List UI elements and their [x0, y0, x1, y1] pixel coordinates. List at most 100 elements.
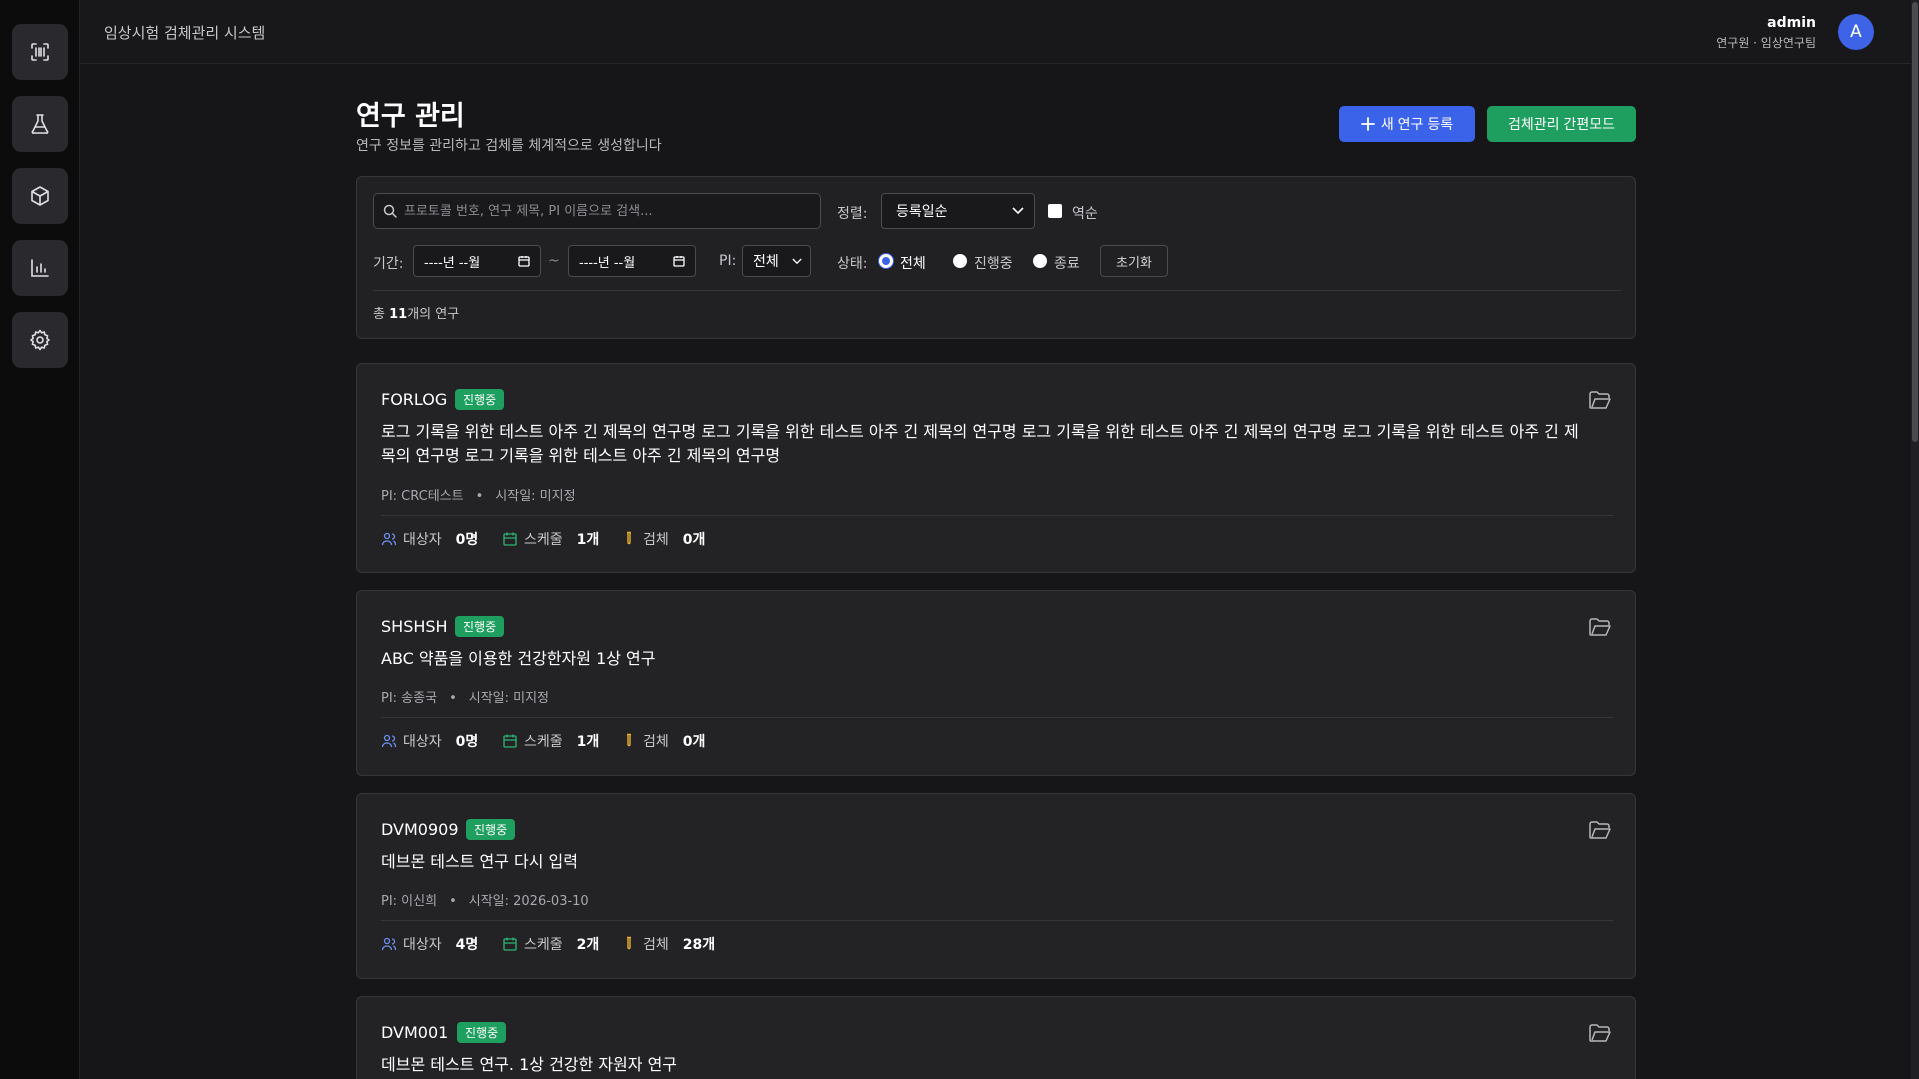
total-count: 총 11개의 연구 — [373, 307, 460, 322]
study-start: 시작일: 2026-03-10 — [468, 894, 589, 909]
status-done-label: 종료 — [1054, 256, 1080, 272]
avatar[interactable]: A — [1838, 14, 1874, 50]
status-all-radio[interactable] — [879, 254, 893, 268]
search-box[interactable] — [373, 193, 821, 229]
reverse-label: 역순 — [1072, 206, 1098, 222]
study-start: 시작일: 미지정 — [468, 691, 550, 706]
test-tube-icon — [627, 936, 631, 950]
status-badge: 진행중 — [455, 389, 505, 410]
user-name: admin — [1767, 15, 1816, 31]
calendar-icon — [503, 734, 517, 748]
subjects-stat: 대상자 0명 — [381, 529, 478, 549]
study-meta: PI: 이신희 • 시작일: 2026-03-10 — [381, 894, 589, 909]
flask-icon — [31, 114, 49, 134]
gear-icon — [30, 329, 50, 351]
study-title: 로그 기록을 위한 테스트 아주 긴 제목의 연구명 로그 기록을 위한 테스트… — [381, 422, 1579, 465]
study-code: SHSHSH — [381, 617, 448, 636]
subjects-stat: 대상자 0명 — [381, 731, 478, 751]
samples-stat: 검체 0개 — [621, 731, 705, 751]
folder-icon[interactable] — [1589, 1023, 1611, 1043]
top-bar: 임상시험 검체관리 시스템 admin 연구원 · 임상연구팀 A — [80, 0, 1911, 64]
study-card[interactable]: DVM0909 진행중 데브몬 테스트 연구 다시 입력 PI: 이신희 • 시작일… — [356, 793, 1636, 979]
test-tube-icon — [627, 531, 631, 545]
sidebar-item-studies[interactable] — [12, 96, 68, 152]
study-title: 데브몬 테스트 연구 다시 입력 — [381, 852, 578, 871]
users-icon — [381, 937, 397, 951]
scrollbar[interactable] — [1911, 0, 1919, 1079]
sidebar-item-inventory[interactable] — [12, 168, 68, 224]
study-card[interactable]: DVM001 진행중 데브몬 테스트 연구. 1상 건강한 자원자 연구 — [356, 996, 1636, 1079]
folder-icon[interactable] — [1589, 820, 1611, 840]
status-label: 상태: — [837, 256, 868, 272]
study-title: 데브몬 테스트 연구. 1상 건강한 자원자 연구 — [381, 1055, 678, 1074]
test-tube-icon — [627, 733, 631, 747]
users-icon — [381, 734, 397, 748]
date-to-value: ----년 --월 — [579, 255, 636, 271]
sidebar-item-scan[interactable] — [12, 24, 68, 80]
date-from-value: ----년 --월 — [424, 255, 481, 271]
chevron-down-icon — [792, 258, 802, 264]
chevron-down-icon — [1012, 207, 1024, 215]
period-label: 기간: — [373, 256, 404, 272]
new-study-button[interactable]: 새 연구 등록 — [1339, 106, 1475, 142]
filter-panel: 정렬: 등록일순 역순 기간: ----년 --월 ~ ----년 --월 PI… — [356, 176, 1636, 339]
scrollbar-thumb[interactable] — [1912, 2, 1918, 442]
sort-label: 정렬: — [837, 206, 868, 222]
divider — [373, 290, 1621, 291]
app-title: 임상시험 검체관리 시스템 — [104, 24, 266, 42]
user-role: 연구원 · 임상연구팀 — [1716, 36, 1816, 50]
study-meta: PI: CRC테스트 • 시작일: 미지정 — [381, 489, 576, 504]
samples-stat: 검체 28개 — [621, 934, 715, 954]
folder-icon[interactable] — [1589, 390, 1611, 410]
pi-select-value: 전체 — [753, 254, 779, 270]
pi-select[interactable]: 전체 — [742, 245, 811, 277]
bar-chart-icon — [31, 259, 49, 277]
search-input[interactable] — [404, 194, 814, 228]
date-to-input[interactable]: ----년 --월 — [568, 245, 696, 277]
sidebar — [0, 0, 80, 1079]
status-done-radio[interactable] — [1033, 254, 1047, 268]
card-divider — [381, 717, 1613, 718]
calendar-icon — [503, 937, 517, 951]
box-icon — [31, 186, 49, 206]
status-ongoing-radio[interactable] — [953, 254, 967, 268]
sidebar-item-statistics[interactable] — [12, 240, 68, 296]
study-card[interactable]: SHSHSH 진행중 ABC 약품을 이용한 건강한자원 1상 연구 PI: 송… — [356, 590, 1636, 776]
study-code: DVM0909 — [381, 820, 459, 839]
quick-mode-button[interactable]: 검체관리 간편모드 — [1487, 106, 1636, 142]
sort-select-value: 등록일순 — [896, 204, 948, 220]
reset-button[interactable]: 초기화 — [1100, 245, 1168, 277]
study-pi: PI: 이신희 — [381, 894, 438, 909]
date-from-input[interactable]: ----년 --월 — [413, 245, 541, 277]
date-separator: ~ — [548, 253, 560, 269]
new-study-button-label: 새 연구 등록 — [1380, 116, 1454, 132]
card-divider — [381, 920, 1613, 921]
study-card[interactable]: FORLOG 진행중 로그 기록을 위한 테스트 아주 긴 제목의 연구명 로그… — [356, 363, 1636, 573]
calendar-icon — [518, 256, 530, 267]
folder-icon[interactable] — [1589, 617, 1611, 637]
sidebar-item-settings[interactable] — [12, 312, 68, 368]
samples-stat: 검체 0개 — [621, 529, 705, 549]
schedule-stat: 스케줄 2개 — [502, 934, 599, 954]
schedule-stat: 스케줄 1개 — [502, 731, 599, 751]
study-meta: PI: 송종국 • 시작일: 미지정 — [381, 691, 550, 706]
study-title: ABC 약품을 이용한 건강한자원 1상 연구 — [381, 649, 656, 668]
scan-icon — [31, 43, 49, 61]
schedule-stat: 스케줄 1개 — [502, 529, 599, 549]
study-pi: PI: 송종국 — [381, 691, 438, 706]
subjects-stat: 대상자 4명 — [381, 934, 478, 954]
search-icon — [383, 204, 397, 218]
study-start: 시작일: 미지정 — [495, 489, 576, 504]
status-badge: 진행중 — [457, 1022, 507, 1043]
study-code: FORLOG — [381, 390, 448, 409]
card-divider — [381, 515, 1613, 516]
status-all-label: 전체 — [900, 256, 926, 272]
total-count-value: 11 — [389, 307, 408, 322]
calendar-icon — [503, 532, 517, 546]
status-badge: 진행중 — [455, 616, 505, 637]
sort-select[interactable]: 등록일순 — [881, 193, 1035, 229]
page-subtitle: 연구 정보를 관리하고 검체를 체계적으로 생성합니다 — [356, 138, 662, 154]
reverse-checkbox[interactable] — [1048, 204, 1062, 218]
study-code: DVM001 — [381, 1023, 449, 1042]
status-ongoing-label: 진행중 — [974, 256, 1013, 272]
